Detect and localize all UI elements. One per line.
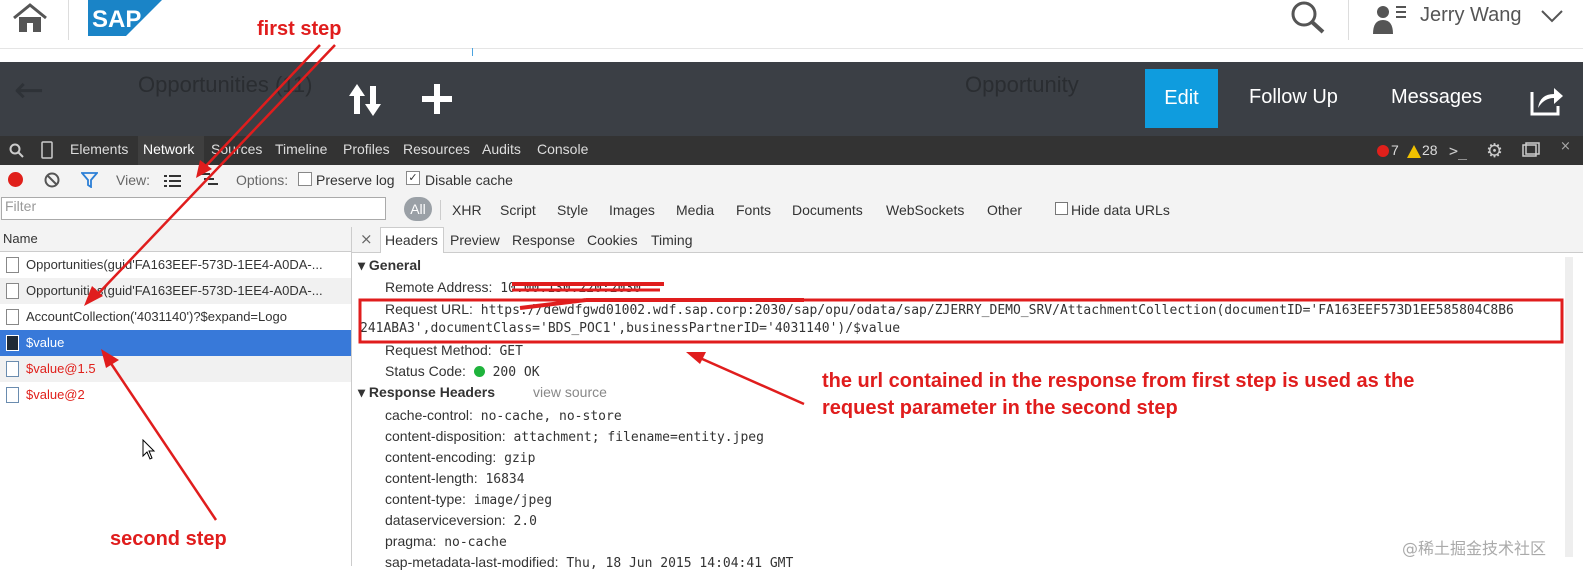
first-step-arrow [95,44,336,297]
explanation-annotation-line1: the url contained in the response from f… [822,370,1415,392]
watermark: @稀土掘金技术社区 [1402,539,1547,558]
arrowhead [686,352,706,364]
first-step-arrow [203,44,321,169]
annotation-overlay [84,44,1564,521]
first-step-annotation: first step [257,18,342,40]
arrowhead [101,349,119,368]
arrowhead [84,286,103,306]
explanation-annotation-line2: request parameter in the second step [822,397,1178,419]
explanation-arrow [699,356,805,406]
second-step-arrow [108,361,218,521]
second-step-annotation: second step [110,528,227,550]
